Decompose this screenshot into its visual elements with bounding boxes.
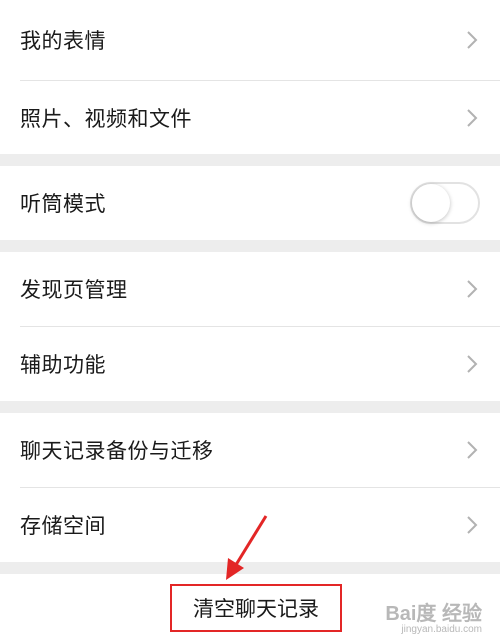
settings-row-my-stickers[interactable]: 我的表情 <box>0 0 500 80</box>
watermark: Bai度 经验 jingyan.baidu.com <box>385 597 482 635</box>
settings-row-discover-management[interactable]: 发现页管理 <box>0 252 500 326</box>
settings-row-photos-videos-files[interactable]: 照片、视频和文件 <box>0 81 500 154</box>
row-label: 我的表情 <box>20 29 106 53</box>
chevron-right-icon <box>467 280 478 298</box>
row-label: 辅助功能 <box>20 353 106 377</box>
settings-row-earpiece-mode: 听筒模式 <box>0 166 500 240</box>
row-label: 聊天记录备份与迁移 <box>20 439 214 463</box>
row-label: 照片、视频和文件 <box>20 106 192 131</box>
chevron-right-icon <box>467 516 478 534</box>
earpiece-mode-toggle[interactable] <box>410 182 480 224</box>
row-label: 听筒模式 <box>20 192 106 216</box>
row-label: 发现页管理 <box>20 278 128 302</box>
watermark-logo: Bai度 经验 <box>385 603 482 625</box>
settings-group-2: 听筒模式 <box>0 166 500 240</box>
settings-row-chat-backup-migration[interactable]: 聊天记录备份与迁移 <box>0 413 500 487</box>
chevron-right-icon <box>467 31 478 49</box>
chevron-right-icon <box>467 355 478 373</box>
clear-chat-history-button[interactable]: 清空聊天记录 <box>170 584 342 632</box>
chevron-right-icon <box>467 441 478 459</box>
settings-group-1: 我的表情 照片、视频和文件 <box>0 0 500 154</box>
settings-row-accessibility[interactable]: 辅助功能 <box>0 327 500 401</box>
watermark-url: jingyan.baidu.com <box>401 624 482 635</box>
settings-group-3: 发现页管理 辅助功能 <box>0 252 500 401</box>
row-label: 存储空间 <box>20 514 106 538</box>
annotation-arrow-icon <box>226 515 268 580</box>
chevron-right-icon <box>467 108 478 127</box>
toggle-knob <box>412 184 450 222</box>
